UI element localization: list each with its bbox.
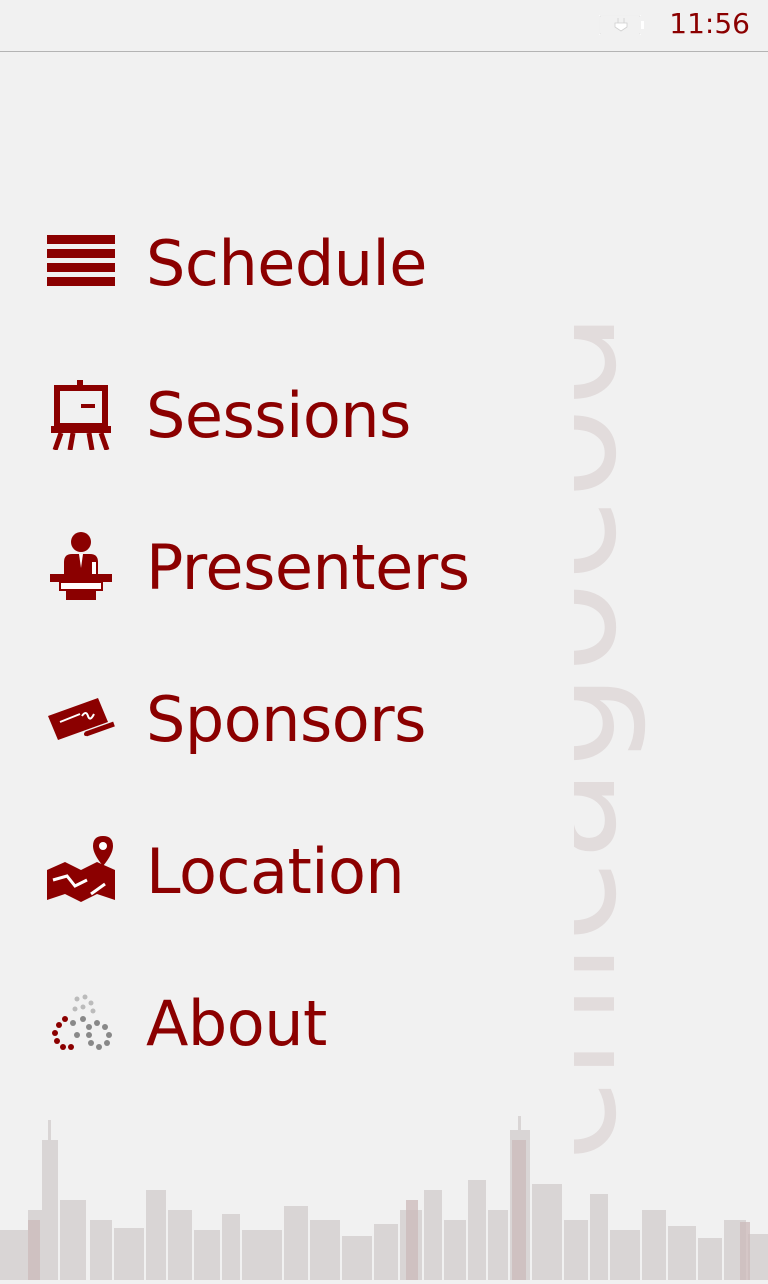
menu-item-location[interactable]: Location <box>0 795 768 947</box>
app-logo-dots-icon <box>46 988 116 1058</box>
menu-item-sponsors[interactable]: Sponsors <box>0 643 768 795</box>
menu-label-presenters: Presenters <box>146 530 470 604</box>
main-menu: Schedule Sessions Presenters Sponsors Lo… <box>0 187 768 1099</box>
city-skyline-image <box>0 1110 768 1280</box>
status-bar: 11:56 <box>0 0 768 52</box>
presenter-icon <box>46 532 116 602</box>
menu-label-sponsors: Sponsors <box>146 682 426 756</box>
menu-label-location: Location <box>146 834 405 908</box>
menu-label-sessions: Sessions <box>146 378 411 452</box>
menu-label-about: About <box>146 986 327 1060</box>
menu-item-sessions[interactable]: Sessions <box>0 339 768 491</box>
check-signing-icon <box>46 684 116 754</box>
menu-item-about[interactable]: About <box>0 947 768 1099</box>
menu-item-presenters[interactable]: Presenters <box>0 491 768 643</box>
menu-label-schedule: Schedule <box>146 226 427 300</box>
menu-item-schedule[interactable]: Schedule <box>0 187 768 339</box>
battery-charging-icon <box>599 15 644 35</box>
status-clock: 11:56 <box>669 7 750 40</box>
easel-icon <box>46 380 116 450</box>
map-pin-icon <box>46 836 116 906</box>
list-icon <box>46 228 116 298</box>
